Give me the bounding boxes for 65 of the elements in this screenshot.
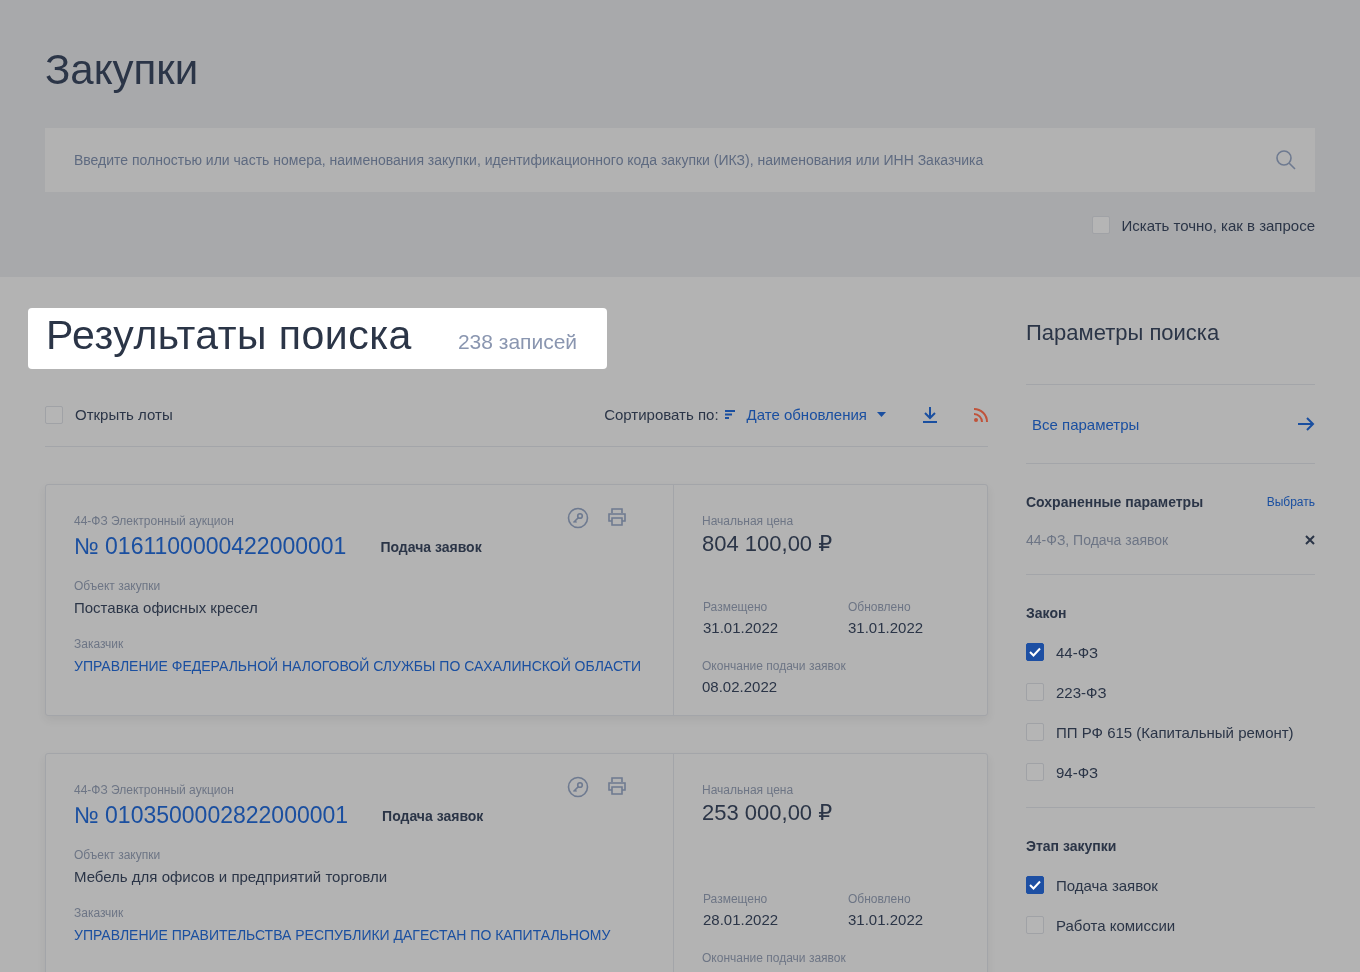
close-button[interactable] <box>1305 535 1315 545</box>
print-icon[interactable] <box>607 507 627 527</box>
field-label: Заказчик <box>74 636 125 652</box>
arrow-right-icon <box>1297 416 1315 432</box>
date-value: 31.01.2022 <box>848 911 925 928</box>
results-count: 238 записей <box>457 330 578 354</box>
checkbox-label: Работа комиссии <box>1056 916 1176 934</box>
field-label: Обновлено <box>848 891 912 907</box>
price: 253 000,00 ₽ <box>702 800 834 826</box>
field-label: Объект закупки <box>74 578 162 594</box>
field-label: Размещено <box>703 599 769 615</box>
price: 804 100,00 ₽ <box>702 531 834 557</box>
sidebar-title: Параметры поиска <box>1026 320 1221 346</box>
field-label: Размещено <box>703 891 769 907</box>
section-title: Закон <box>1026 605 1067 621</box>
checkbox-label: 94-ФЗ <box>1056 763 1099 781</box>
procurement-number[interactable]: № 0161100000422000001 <box>74 533 347 560</box>
saved-parameters: 44-ФЗ, Подача заявок <box>1026 532 1169 548</box>
procurement-status: Подача заявок <box>380 538 482 555</box>
date-value: 31.01.2022 <box>703 619 780 636</box>
close-icon <box>1305 535 1315 545</box>
checkbox[interactable] <box>1026 876 1044 894</box>
date-value: 08.02.2022 <box>702 678 779 695</box>
sort-label: Сортировать по: <box>604 406 719 423</box>
results-title: Результаты поиска <box>46 312 412 359</box>
procurement-object: Поставка офисных кресел <box>74 598 259 618</box>
checkbox-label: 223-ФЗ <box>1056 683 1107 701</box>
caret-icon <box>877 412 886 417</box>
checkbox-label: Открыть лоты <box>75 406 173 423</box>
sort-icon[interactable] <box>724 410 735 419</box>
key-icon[interactable] <box>567 507 589 529</box>
section-title: Сохраненные параметры <box>1026 494 1204 510</box>
sort-dropdown[interactable]: Дате обновления <box>746 406 886 423</box>
download-button[interactable] <box>922 406 938 423</box>
section-title: Этап закупки <box>1026 838 1117 854</box>
procurement-status: Подача заявок <box>382 807 484 824</box>
checkbox-label: Искать точно, как в запросе <box>1121 216 1315 234</box>
procurement-object: Мебель для офисов и предприятий торговли <box>74 867 388 887</box>
checkbox-label: 44-ФЗ <box>1056 643 1099 661</box>
date-value: 28.01.2022 <box>703 911 780 928</box>
procurement-type: 44-ФЗ Электронный аукцион <box>74 513 234 529</box>
field-label: Начальная цена <box>702 513 795 529</box>
rss-icon <box>974 407 988 422</box>
search-icon[interactable] <box>1275 149 1297 171</box>
key-icon[interactable] <box>567 776 589 798</box>
print-icon[interactable] <box>607 776 627 796</box>
customer-link[interactable]: УПРАВЛЕНИЕ ФЕДЕРАЛЬНОЙ НАЛОГОВОЙ СЛУЖБЫ ПО САХАЛИНСКОЙ ОБЛАСТИ <box>74 656 645 676</box>
all-parameters-link[interactable]: Все параметры <box>1026 385 1315 463</box>
procurement-type: 44-ФЗ Электронный аукцион <box>74 782 234 798</box>
checkbox[interactable] <box>1026 643 1044 661</box>
field-label: Объект закупки <box>74 847 162 863</box>
procurement-number[interactable]: № 0103500002822000001 <box>74 802 349 829</box>
checkbox-label: Подача заявок <box>1056 876 1158 894</box>
customer-link[interactable]: УПРАВЛЕНИЕ ПРАВИТЕЛЬСТВА РЕСПУБЛИКИ ДАГЕСТАН ПО КАПИТАЛЬНОМУ <box>74 925 645 945</box>
choose-link[interactable]: Выбрать <box>1266 495 1315 509</box>
download-icon <box>922 406 938 423</box>
field-label: Заказчик <box>74 905 125 921</box>
rss-button[interactable] <box>974 407 988 422</box>
date-value: 31.01.2022 <box>848 619 925 636</box>
page-title: Закупки <box>45 45 200 95</box>
field-label: Обновлено <box>848 599 912 615</box>
checkbox-label: ПП РФ 615 (Капитальный ремонт) <box>1056 723 1294 741</box>
field-label: Окончание подачи заявок <box>702 950 847 966</box>
field-label: Окончание подачи заявок <box>702 658 847 674</box>
field-label: Начальная цена <box>702 782 795 798</box>
